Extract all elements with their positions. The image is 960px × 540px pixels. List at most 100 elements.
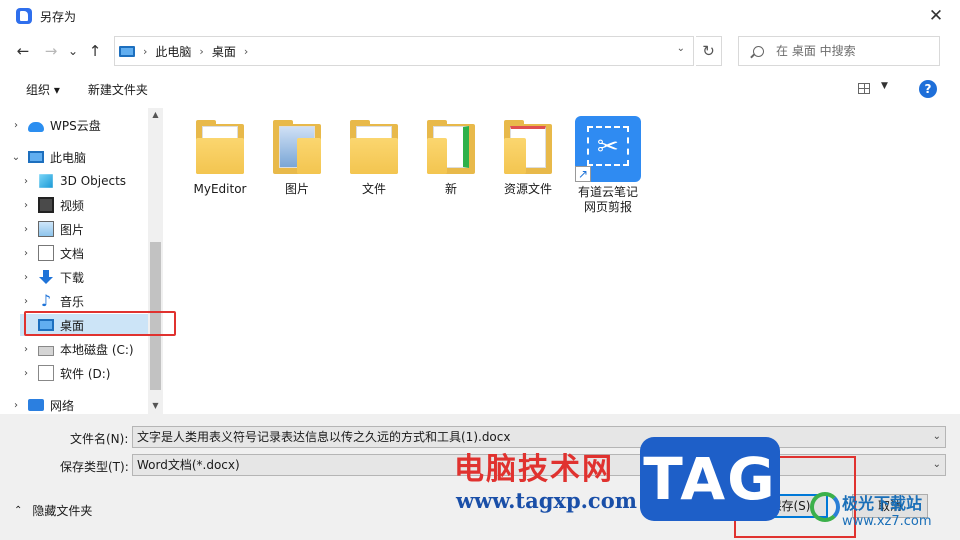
sidebar-item-label: 此电脑 bbox=[50, 150, 87, 165]
breadcrumb-this-pc[interactable]: 此电脑 bbox=[155, 43, 191, 60]
sidebar-item-label: 软件 (D:) bbox=[60, 366, 111, 381]
expand-chevron-icon[interactable]: › bbox=[20, 176, 32, 187]
computer-icon bbox=[119, 45, 135, 57]
download-icon bbox=[38, 269, 54, 285]
sidebar-item-label: WPS云盘 bbox=[50, 118, 101, 133]
sidebar-item-software-d[interactable]: › 软件 (D:) bbox=[20, 362, 160, 384]
shortcut-item[interactable]: ✂ ↗ 有道云笔记 网页剪报 bbox=[567, 110, 649, 215]
filetype-value: Word文档(*.docx) bbox=[137, 458, 240, 472]
help-icon[interactable]: ? bbox=[919, 80, 937, 98]
file-label: MyEditor bbox=[193, 182, 247, 196]
breadcrumb-separator-icon[interactable]: › bbox=[244, 45, 248, 58]
watermark-tag-logo: TAG bbox=[640, 437, 780, 521]
sidebar-item-label: 3D Objects bbox=[60, 174, 127, 188]
sidebar-item-3d-objects[interactable]: › 3D Objects bbox=[20, 170, 160, 192]
chevron-up-icon: ⌃ bbox=[14, 505, 23, 516]
up-arrow-icon[interactable]: ↑ bbox=[84, 39, 106, 63]
scroll-up-icon[interactable]: ▲ bbox=[148, 110, 163, 119]
drive-icon bbox=[38, 346, 54, 356]
refresh-icon[interactable]: ↻ bbox=[696, 36, 722, 66]
filename-label: 文件名(N): bbox=[70, 432, 129, 446]
search-box[interactable] bbox=[738, 36, 940, 66]
recent-locations-chevron-icon[interactable]: ⌄ bbox=[62, 39, 84, 63]
hide-folders-toggle[interactable]: ⌃ 隐藏文件夹 bbox=[14, 502, 92, 519]
folder-icon bbox=[504, 120, 552, 174]
folder-item[interactable]: 文件 bbox=[336, 110, 412, 197]
sidebar-item-documents[interactable]: › 文档 bbox=[20, 242, 160, 264]
filename-value: 文字是人类用表义符号记录表达信息以传之久远的方式和工具(1).docx bbox=[137, 430, 511, 444]
file-list: MyEditor 图片 文件 新 资源文件 ✂ ↗ 有道云笔记 网页剪报 bbox=[164, 108, 960, 414]
search-icon bbox=[753, 45, 764, 57]
watermark-brand-name: 极光下载站 bbox=[842, 494, 923, 513]
video-icon bbox=[38, 197, 54, 213]
watermark-site-url: www.tagxp.com bbox=[456, 488, 637, 513]
sidebar-item-local-disk-c[interactable]: › 本地磁盘 (C:) bbox=[20, 338, 160, 360]
blank-drive-icon bbox=[38, 365, 54, 381]
sidebar-item-label: 下载 bbox=[60, 270, 85, 285]
filetype-dropdown-icon[interactable]: ⌄ bbox=[933, 455, 941, 475]
organize-menu[interactable]: 组织 ▾ bbox=[20, 77, 66, 102]
folder-icon bbox=[427, 120, 475, 174]
title-bar: 另存为 ✕ bbox=[0, 0, 960, 32]
file-label: 有道云笔记 网页剪报 bbox=[577, 185, 638, 214]
folder-item[interactable]: MyEditor bbox=[182, 110, 258, 197]
toolbar: 组织 ▾ 新建文件夹 ▼ ? bbox=[0, 70, 960, 108]
cloud-icon bbox=[28, 121, 44, 132]
address-dropdown-icon[interactable]: ⌄ bbox=[677, 43, 685, 54]
new-folder-button[interactable]: 新建文件夹 bbox=[82, 77, 154, 102]
expand-chevron-icon[interactable]: › bbox=[20, 200, 32, 211]
address-bar[interactable]: › 此电脑 › 桌面 › ⌄ bbox=[114, 36, 694, 66]
shortcut-arrow-icon: ↗ bbox=[575, 166, 591, 182]
forward-arrow-icon[interactable]: → bbox=[40, 39, 62, 63]
breadcrumb-separator-icon: › bbox=[143, 44, 148, 58]
scissors-icon: ✂ bbox=[597, 132, 619, 162]
view-dropdown-icon[interactable]: ▼ bbox=[881, 81, 888, 91]
view-options-icon[interactable] bbox=[858, 83, 870, 94]
expand-chevron-icon[interactable]: › bbox=[20, 224, 32, 235]
expand-chevron-icon[interactable]: › bbox=[20, 344, 32, 355]
navigation-bar: ← → ⌄ ↑ › 此电脑 › 桌面 › ⌄ ↻ bbox=[0, 32, 960, 70]
watermark-site-name: 电脑技术网 bbox=[454, 452, 614, 487]
sidebar-item-label: 图片 bbox=[60, 222, 85, 237]
scroll-down-icon[interactable]: ▼ bbox=[148, 401, 163, 410]
close-button[interactable]: ✕ bbox=[926, 6, 946, 26]
search-input[interactable] bbox=[776, 44, 926, 58]
folder-icon bbox=[350, 120, 398, 174]
filetype-label: 保存类型(T): bbox=[60, 460, 129, 474]
folder-item[interactable]: 新 bbox=[413, 110, 489, 197]
sidebar-item-label: 网络 bbox=[50, 398, 75, 413]
youdao-web-clipper-icon: ✂ ↗ bbox=[575, 116, 641, 182]
music-icon: ♪ bbox=[40, 291, 52, 310]
folder-item[interactable]: 图片 bbox=[259, 110, 335, 197]
sidebar-item-label: 文档 bbox=[60, 246, 85, 261]
sidebar-item-pictures[interactable]: › 图片 bbox=[20, 218, 160, 240]
watermark-brand: 极光下载站 www.xz7.com bbox=[810, 490, 958, 538]
hide-folders-label: 隐藏文件夹 bbox=[32, 504, 93, 518]
highlight-annotation-box bbox=[24, 311, 176, 336]
sidebar-item-music[interactable]: › ♪ 音乐 bbox=[20, 290, 160, 312]
file-label: 文件 bbox=[361, 182, 386, 196]
sidebar-item-network[interactable]: › 网络 bbox=[10, 394, 150, 416]
cube-icon bbox=[39, 174, 53, 188]
expand-chevron-icon[interactable]: › bbox=[20, 368, 32, 379]
sidebar-item-videos[interactable]: › 视频 bbox=[20, 194, 160, 216]
filename-dropdown-icon[interactable]: ⌄ bbox=[933, 427, 941, 447]
sidebar-scrollbar[interactable]: ▲ ▼ bbox=[148, 108, 163, 414]
expand-chevron-icon[interactable]: › bbox=[10, 400, 22, 411]
folder-icon bbox=[196, 120, 244, 174]
expand-chevron-icon[interactable]: › bbox=[20, 272, 32, 283]
sidebar-item-downloads[interactable]: › 下载 bbox=[20, 266, 160, 288]
swirl-logo-icon bbox=[810, 492, 840, 522]
back-arrow-icon[interactable]: ← bbox=[12, 39, 34, 63]
expand-chevron-icon[interactable]: › bbox=[20, 248, 32, 259]
wps-app-icon bbox=[16, 8, 32, 24]
collapse-chevron-icon[interactable]: ⌄ bbox=[10, 152, 22, 163]
breadcrumb-desktop[interactable]: 桌面 bbox=[212, 43, 236, 60]
sidebar-item-this-pc[interactable]: ⌄ 此电脑 bbox=[10, 146, 150, 168]
sidebar-item-label: 视频 bbox=[60, 198, 85, 213]
expand-chevron-icon[interactable]: › bbox=[10, 120, 22, 131]
expand-chevron-icon[interactable]: › bbox=[20, 296, 32, 307]
folder-item[interactable]: 资源文件 bbox=[490, 110, 566, 197]
file-label: 资源文件 bbox=[503, 182, 552, 196]
sidebar-item-wps-cloud[interactable]: › WPS云盘 bbox=[10, 114, 150, 136]
